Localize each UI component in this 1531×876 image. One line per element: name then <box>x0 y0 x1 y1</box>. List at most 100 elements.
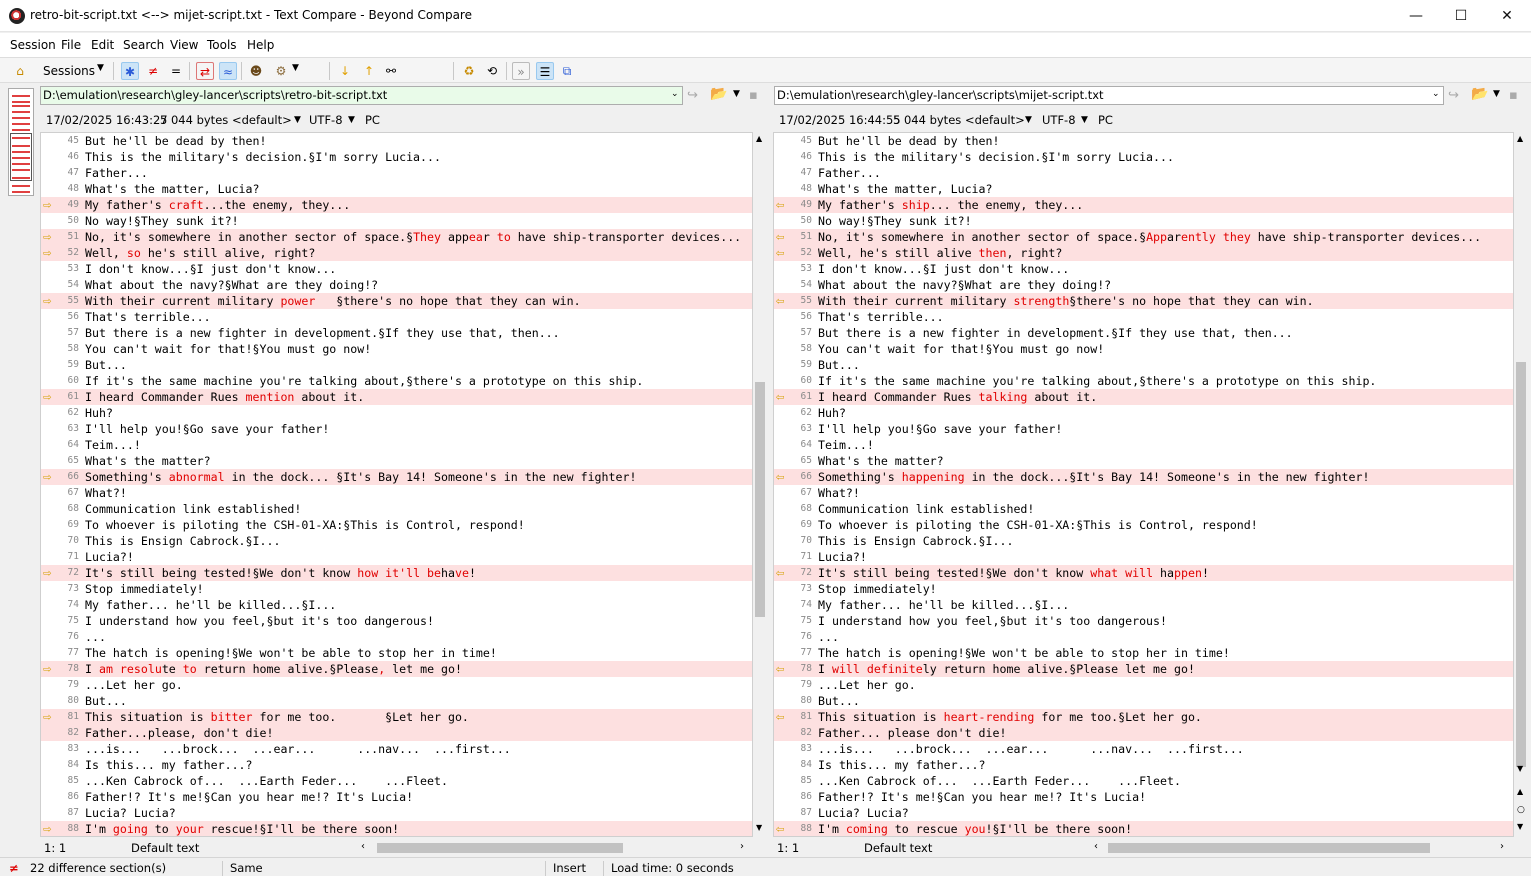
menu-view[interactable]: View <box>170 38 198 52</box>
left-swap-icon[interactable]: ↪ <box>687 88 698 103</box>
context-icon[interactable]: » <box>512 62 530 80</box>
text-line[interactable]: 65 What's the matter? <box>41 453 752 469</box>
show-same-icon[interactable]: = <box>167 62 185 80</box>
menu-tools[interactable]: Tools <box>207 38 237 52</box>
text-line[interactable]: 60 If it's the same machine you're talkin… <box>41 373 752 389</box>
text-line[interactable]: 56 That's terrible... <box>774 309 1513 325</box>
text-line[interactable]: 58 You can't wait for that!§You must go n… <box>774 341 1513 357</box>
text-line[interactable]: ⇦ 72 It's still being tested!§We don't kno… <box>774 565 1513 581</box>
text-line[interactable]: 54 What about the navy?§What are they doi… <box>774 277 1513 293</box>
text-line[interactable]: ⇦ 88 I'm coming to rescue you!§I'll be the… <box>774 821 1513 836</box>
right-path-input[interactable]: D:\emulation\research\gley-lancer\script… <box>774 86 1444 105</box>
left-path-history-icon[interactable]: ⌄ <box>671 89 679 99</box>
menu-file[interactable]: File <box>61 38 81 52</box>
text-line[interactable]: ⇨ 55 With their current military power §th… <box>41 293 752 309</box>
text-line[interactable]: 50 No way!§They sunk it?! <box>774 213 1513 229</box>
left-open-folder-icon[interactable]: 📂 <box>710 86 727 102</box>
text-line[interactable]: 63 I'll help you!§Go save your father! <box>774 421 1513 437</box>
text-line[interactable]: 62 Huh? <box>41 405 752 421</box>
left-encoding-select[interactable]: UTF-8 <box>309 111 343 129</box>
text-line[interactable]: 60 If it's the same machine you're talkin… <box>774 373 1513 389</box>
previous-page-icon[interactable]: ▲ <box>1517 787 1523 796</box>
right-encoding-arrow-icon[interactable]: ▼ <box>1081 111 1088 129</box>
text-line[interactable]: 68 Communication link established! <box>41 501 752 517</box>
text-line[interactable]: ⇨ 72 It's still being tested!§We don't kno… <box>41 565 752 581</box>
text-line[interactable]: 71 Lucia?! <box>41 549 752 565</box>
text-line[interactable]: 67 What?! <box>41 485 752 501</box>
right-save-icon[interactable]: ▪ <box>1509 88 1518 103</box>
scroll-up-icon[interactable]: ▲ <box>756 134 762 143</box>
text-line[interactable]: 75 I understand how you feel,§but it's to… <box>774 613 1513 629</box>
scroll-up-icon[interactable]: ▲ <box>1517 134 1523 143</box>
maximize-button[interactable]: ☐ <box>1438 0 1484 32</box>
difference-overview[interactable] <box>8 88 34 196</box>
text-line[interactable]: 50 No way!§They sunk it?! <box>41 213 752 229</box>
menu-help[interactable]: Help <box>247 38 274 52</box>
text-line[interactable]: 45 But he'll be dead by then! <box>774 133 1513 149</box>
text-line[interactable]: 86 Father!? It's me!§Can you hear me!? It… <box>774 789 1513 805</box>
scroll-right-icon[interactable]: › <box>1500 841 1504 852</box>
menu-session[interactable]: Session <box>10 38 56 52</box>
swap-sides-icon[interactable]: ♻ <box>460 62 478 80</box>
left-format-arrow-icon[interactable]: ▼ <box>294 111 301 129</box>
text-line[interactable]: 67 What?! <box>774 485 1513 501</box>
text-line[interactable]: ⇦ 81 This situation is heart-rending for m… <box>774 709 1513 725</box>
text-line[interactable]: ⇦ 78 I will definitely return home alive.§… <box>774 661 1513 677</box>
text-line[interactable]: 56 That's terrible... <box>41 309 752 325</box>
text-line[interactable]: 79 ...Let her go. <box>41 677 752 693</box>
right-text-pane[interactable]: 45 But he'll be dead by then! 46 This is th… <box>773 132 1514 837</box>
left-vertical-scrollbar[interactable]: ▲ ▼ <box>753 132 767 837</box>
show-differences-icon[interactable]: ≠ <box>144 62 162 80</box>
close-button[interactable]: ✕ <box>1484 0 1530 32</box>
text-line[interactable]: ⇨ 78 I am resolute to return home alive.§P… <box>41 661 752 677</box>
text-line[interactable]: 46 This is the military's decision.§I'm s… <box>774 149 1513 165</box>
left-open-dropdown-icon[interactable]: ▼ <box>733 89 740 99</box>
text-line[interactable]: 45 But he'll be dead by then! <box>41 133 752 149</box>
menu-edit[interactable]: Edit <box>91 38 114 52</box>
right-lineend[interactable]: PC <box>1098 111 1113 129</box>
text-line[interactable]: 85 ...Ken Cabrock of... ...Earth Feder...… <box>41 773 752 789</box>
text-line[interactable]: 63 I'll help you!§Go save your father! <box>41 421 752 437</box>
right-open-folder-icon[interactable]: 📂 <box>1471 86 1488 102</box>
text-line[interactable]: 70 This is Ensign Cabrock.§I... <box>41 533 752 549</box>
text-line[interactable]: ⇨ 52 Well, so he's still alive, right? <box>41 245 752 261</box>
person-icon[interactable]: ☻ <box>247 62 265 80</box>
text-line[interactable]: 75 I understand how you feel,§but it's to… <box>41 613 752 629</box>
text-line[interactable]: 64 Teim...! <box>774 437 1513 453</box>
text-line[interactable]: 68 Communication link established! <box>774 501 1513 517</box>
text-line[interactable]: ⇦ 66 Something's happening in the dock...§… <box>774 469 1513 485</box>
text-line[interactable]: ⇦ 55 With their current military strength§… <box>774 293 1513 309</box>
previous-difference-icon[interactable]: ↑ <box>360 62 378 80</box>
rules-icon[interactable]: ⇄ <box>196 62 214 80</box>
text-line[interactable]: ⇨ 61 I heard Commander Rues mention about … <box>41 389 752 405</box>
text-line[interactable]: ⇨ 88 I'm going to your rescue!§I'll be the… <box>41 821 752 836</box>
sessions-dropdown-arrow-icon[interactable]: ▼ <box>97 63 104 73</box>
text-line[interactable]: 87 Lucia? Lucia? <box>774 805 1513 821</box>
text-line[interactable]: 59 But... <box>774 357 1513 373</box>
text-line[interactable]: 73 Stop immediately! <box>774 581 1513 597</box>
reload-icon[interactable]: ⟲ <box>483 62 501 80</box>
right-path-history-icon[interactable]: ⌄ <box>1432 89 1440 99</box>
right-open-dropdown-icon[interactable]: ▼ <box>1493 89 1500 99</box>
text-line[interactable]: 82 Father...please, don't die! <box>41 725 752 741</box>
text-line[interactable]: 76... <box>41 629 752 645</box>
text-line[interactable]: 47 Father... <box>41 165 752 181</box>
text-line[interactable]: ⇦ 52 Well, he's still alive then, right? <box>774 245 1513 261</box>
text-line[interactable]: 80 But... <box>41 693 752 709</box>
text-line[interactable]: 57 But there is a new fighter in developm… <box>41 325 752 341</box>
text-line[interactable]: 74 My father... he'll be killed...§I... <box>41 597 752 613</box>
sessions-dropdown[interactable]: Sessions <box>43 64 95 78</box>
text-line[interactable]: 69 To whoever is piloting the CSH-01-XA:§… <box>41 517 752 533</box>
text-line[interactable]: ⇨ 81 This situation is bitter for me too. … <box>41 709 752 725</box>
text-line[interactable]: 48 What's the matter, Lucia? <box>41 181 752 197</box>
ignore-unimportant-icon[interactable]: ≈ <box>219 62 237 80</box>
text-line[interactable]: 80 But... <box>774 693 1513 709</box>
scroll-down-icon[interactable]: ▼ <box>1517 764 1523 773</box>
text-line[interactable]: 48 What's the matter, Lucia? <box>774 181 1513 197</box>
text-line[interactable]: ⇦ 61 I heard Commander Rues talking about … <box>774 389 1513 405</box>
minimize-button[interactable]: — <box>1393 0 1439 32</box>
left-save-icon[interactable]: ▪ <box>749 88 758 103</box>
text-line[interactable]: 76... <box>774 629 1513 645</box>
text-line[interactable]: 74 My father... he'll be killed...§I... <box>774 597 1513 613</box>
text-line[interactable]: 85 ...Ken Cabrock of... ...Earth Feder...… <box>774 773 1513 789</box>
